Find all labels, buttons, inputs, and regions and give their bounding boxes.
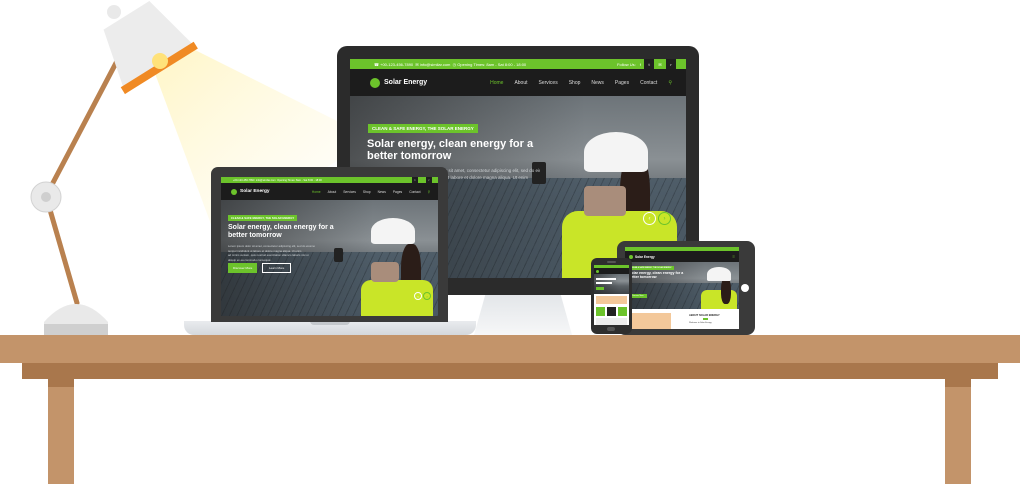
tablet-about-title: ABOUT SOLAR ENERGY [689, 314, 720, 317]
nav-shop[interactable]: Shop [569, 80, 581, 86]
monitor-stand [474, 293, 572, 335]
mail-icon: ✉ [415, 61, 419, 67]
slider-next-button[interactable]: › [658, 212, 671, 225]
topbar-hours: Opening Times: 8am - Sat 8:00 - 18:00 [457, 61, 527, 67]
tablet-hero-title: Solar energy, clean energy for a better t… [629, 271, 684, 280]
monitor-topbar: ☎ +00-123-456-7890 ✉ info@similar.com ◷ … [350, 59, 686, 69]
nav-contact[interactable]: Contact [640, 80, 657, 86]
lamp-top-joint [107, 5, 121, 19]
laptop: +00-123-456-7890 info@similar.com Openin… [211, 167, 448, 322]
laptop-hero: CLEAN & SAFE ENERGY, THE SOLAR ENERGY So… [221, 200, 438, 316]
laptop-hero-badge: CLEAN & SAFE ENERGY, THE SOLAR ENERGY [228, 215, 298, 221]
sun-logo-icon [370, 77, 380, 88]
laptop-prev-button[interactable]: ‹ [414, 292, 422, 300]
nav-about[interactable]: About [514, 80, 527, 86]
laptop-learn-button[interactable]: Learn More [262, 263, 292, 273]
mail-social-icon[interactable]: ✉ [654, 62, 666, 67]
lamp-bulb [152, 53, 168, 69]
topbar-phone: +00-123-456-7890 [380, 61, 414, 67]
laptop-hero-text: Lorem ipsum dolor sit amet, consectetur … [228, 244, 316, 262]
chevron-right-icon: › [663, 215, 666, 222]
laptop-screen: +00-123-456-7890 info@similar.com Openin… [221, 177, 438, 316]
search-icon[interactable]: ⚲ [668, 80, 672, 86]
laptop-logo[interactable]: Solar Energy [231, 188, 270, 195]
tablet-screen: Solar Energy ☰ CLEAN & SAFE ENERGY, THE … [625, 247, 739, 329]
site-logo[interactable]: Solar Energy [370, 77, 428, 88]
monitor-navbar: Solar Energy Home About Services Shop Ne… [350, 69, 686, 96]
tablet-about-image [631, 313, 671, 329]
rss-icon[interactable]: r [666, 59, 676, 69]
laptop-navbar: Solar Energy Home About Services Shop News P… [221, 183, 438, 200]
topbar-follow: Follow Us: [617, 61, 636, 67]
desk-leg-right [945, 379, 971, 484]
laptop-discover-button[interactable]: Discover More [228, 263, 258, 273]
phone-home-button[interactable] [607, 327, 615, 331]
desk-top [0, 335, 1020, 363]
topbar-email: info@similar.com [419, 61, 451, 67]
nav-services[interactable]: Services [539, 80, 558, 86]
laptop-hero-title: Solar energy, clean energy for a better t… [228, 224, 334, 239]
twitter-icon[interactable]: t [644, 59, 654, 69]
clock-icon: ◷ [452, 61, 457, 67]
tablet: Solar Energy ☰ CLEAN & SAFE ENERGY, THE … [617, 241, 755, 335]
desk-apron [22, 363, 998, 379]
nav-pages[interactable]: Pages [615, 80, 629, 86]
hero-badge: CLEAN & SAFE ENERGY, THE SOLAR ENERGY [368, 124, 478, 133]
main-menu: Home About Services Shop News Pages Cont… [427, 80, 672, 86]
logo-text: Solar Energy [384, 79, 428, 86]
tablet-hero: CLEAN & SAFE ENERGY, THE SOLAR ENERGY So… [625, 262, 739, 309]
phone [591, 258, 632, 334]
chevron-left-icon: ‹ [648, 215, 651, 222]
desk-leg-left [48, 379, 74, 484]
lamp-lower-arm [43, 193, 80, 306]
hero-title: Solar energy, clean energy for a better t… [367, 138, 534, 162]
nav-news[interactable]: News [591, 80, 604, 86]
phone-icon: ☎ [374, 61, 379, 67]
facebook-icon[interactable]: f [637, 62, 644, 67]
nav-home[interactable]: Home [490, 80, 503, 86]
phone-screen [594, 265, 629, 325]
lamp-upper-arm [43, 39, 130, 199]
laptop-next-button[interactable]: › [423, 292, 431, 300]
slider-prev-button[interactable]: ‹ [643, 212, 656, 225]
tablet-home-button[interactable] [741, 284, 749, 292]
